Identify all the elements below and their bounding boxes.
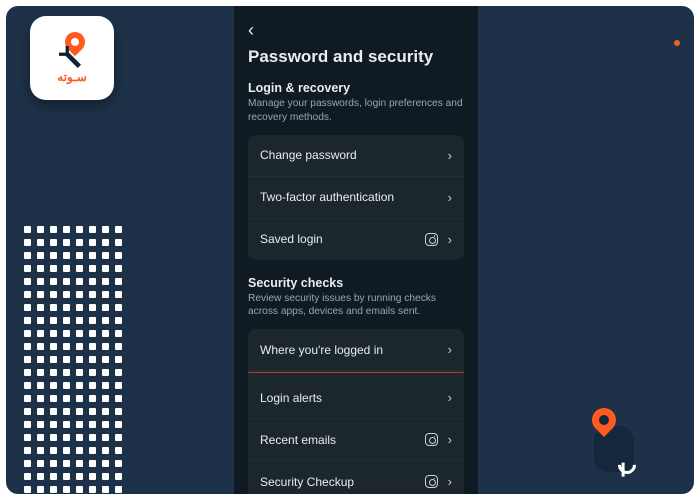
section-title-login: Login & recovery (248, 81, 464, 95)
chevron-right-icon: › (448, 474, 452, 489)
chevron-right-icon: › (448, 390, 452, 405)
row-label: Recent emails (260, 433, 425, 447)
row-recent-emails[interactable]: Recent emails › (248, 419, 464, 461)
chevron-right-icon: › (448, 432, 452, 447)
site-url-text: www.3sute.com (669, 54, 684, 171)
section-desc-login: Manage your passwords, login preferences… (248, 97, 464, 125)
back-button[interactable]: ‹ (248, 20, 254, 41)
instagram-icon (425, 475, 438, 488)
section-desc-security: Review security issues by running checks… (248, 292, 464, 320)
row-label: Where you're logged in (260, 343, 448, 357)
decorative-dots (24, 226, 124, 494)
brand-logo-icon (59, 32, 85, 66)
row-label: Security Checkup (260, 475, 425, 489)
instagram-icon (425, 433, 438, 446)
row-saved-login[interactable]: Saved login › (248, 219, 464, 260)
article-frame: سـوته ‹ Password and security Login & re… (6, 6, 694, 494)
row-where-logged-in[interactable]: Where you're logged in › (248, 329, 464, 371)
bullet-icon (674, 40, 680, 46)
row-change-password[interactable]: Change password › (248, 135, 464, 177)
instagram-icon (425, 233, 438, 246)
corner-brand-logo (586, 408, 642, 480)
chevron-right-icon: › (448, 148, 452, 163)
brand-logo-card: سـوته (30, 16, 114, 100)
chevron-right-icon: › (448, 342, 452, 357)
row-label: Change password (260, 148, 448, 162)
row-two-factor[interactable]: Two-factor authentication › (248, 177, 464, 219)
row-label: Saved login (260, 232, 425, 246)
row-security-checkup[interactable]: Security Checkup › (248, 461, 464, 494)
section-title-security: Security checks (248, 276, 464, 290)
security-checks-group: Where you're logged in › Login alerts › … (248, 329, 464, 494)
row-label: Login alerts (260, 391, 448, 405)
row-label: Two-factor authentication (260, 190, 448, 204)
brand-logo-text: سـوته (57, 70, 87, 84)
phone-screenshot: ‹ Password and security Login & recovery… (234, 6, 478, 494)
site-url-vertical: www.3sute.com (669, 40, 684, 171)
row-login-alerts[interactable]: Login alerts › (248, 377, 464, 419)
login-recovery-group: Change password › Two-factor authenticat… (248, 135, 464, 260)
chevron-right-icon: › (448, 190, 452, 205)
page-title: Password and security (248, 47, 464, 67)
chevron-right-icon: › (448, 232, 452, 247)
